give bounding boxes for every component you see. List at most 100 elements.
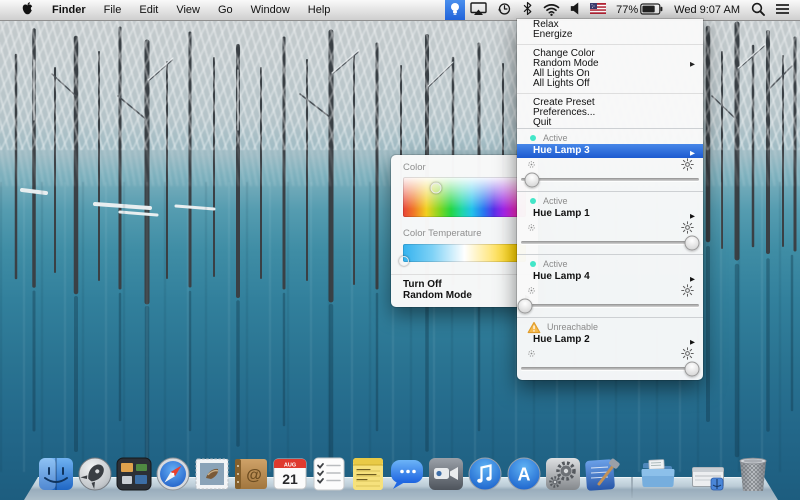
battery-percent: 77% bbox=[616, 4, 640, 16]
dock-icon-contacts[interactable]: @ bbox=[233, 456, 269, 492]
menu-item-all-lights-off[interactable]: All Lights Off bbox=[517, 79, 703, 89]
menu-finder[interactable]: Finder bbox=[43, 0, 95, 20]
submenu-arrow-icon: ▶ bbox=[690, 336, 695, 350]
lamp-status: Active bbox=[517, 258, 703, 270]
color-section-label: Color bbox=[403, 162, 526, 173]
lamp-section-hue-lamp-2: Unreachable Hue Lamp 2 ▶ bbox=[517, 318, 703, 380]
clock-menu-extra[interactable]: Wed 9:07 AM bbox=[668, 0, 746, 20]
menu-window[interactable]: Window bbox=[242, 0, 299, 20]
brightness-dim-icon bbox=[526, 285, 537, 296]
menu-item-turn-off[interactable]: Turn Off bbox=[403, 279, 526, 290]
lamp-menu-item-hue-lamp-2[interactable]: Hue Lamp 2 ▶ bbox=[517, 333, 703, 347]
input-source-menu-extra[interactable] bbox=[585, 0, 611, 20]
dock-icon-facetime[interactable] bbox=[428, 456, 464, 492]
lamp-status: Active bbox=[517, 132, 703, 144]
dock-icon-reminders[interactable] bbox=[311, 456, 347, 492]
temperature-picker-marker[interactable] bbox=[399, 256, 409, 266]
airplay-menu-extra[interactable] bbox=[465, 0, 492, 20]
spotlight-icon bbox=[751, 2, 765, 19]
color-submenu-panel: Color Color Temperature Turn Off Random … bbox=[391, 155, 538, 307]
dock-icon-mission-control[interactable] bbox=[116, 456, 152, 492]
brightness-dim-icon bbox=[526, 159, 537, 170]
apple-logo-icon bbox=[21, 1, 34, 19]
lamp-menu-item-hue-lamp-4[interactable]: Hue Lamp 4 ▶ bbox=[517, 270, 703, 284]
menu-help[interactable]: Help bbox=[299, 0, 340, 20]
menu-item-random-mode-sub[interactable]: Random Mode▶ bbox=[403, 290, 526, 301]
color-picker-marker[interactable] bbox=[431, 182, 442, 193]
dock: @ AUG 21 bbox=[0, 452, 800, 500]
lamp-section-hue-lamp-4: Active Hue Lamp 4 ▶ bbox=[517, 255, 703, 317]
time-machine-icon bbox=[497, 1, 512, 19]
dock-icon-mail[interactable] bbox=[194, 456, 230, 492]
menubar: Finder File Edit View Go Window Help bbox=[0, 0, 800, 21]
warning-icon bbox=[527, 321, 541, 334]
menubar-left: Finder File Edit View Go Window Help bbox=[0, 0, 339, 20]
time-machine-menu-extra[interactable] bbox=[492, 0, 517, 20]
dock-icon-itunes[interactable] bbox=[467, 456, 503, 492]
submenu-arrow-icon: ▶ bbox=[690, 273, 695, 287]
menu-file[interactable]: File bbox=[95, 0, 131, 20]
hue-lamp-icon bbox=[449, 2, 461, 19]
brightness-slider[interactable] bbox=[521, 360, 699, 376]
dock-icon-system-preferences[interactable] bbox=[545, 456, 581, 492]
dock-icon-app-store[interactable]: A bbox=[506, 456, 542, 492]
airplay-display-icon bbox=[470, 1, 487, 19]
slider-track[interactable] bbox=[521, 304, 699, 307]
lamp-status: Unreachable bbox=[517, 321, 703, 333]
color-picker[interactable] bbox=[403, 177, 526, 217]
brightness-slider[interactable] bbox=[521, 297, 699, 313]
dock-icon-xcode[interactable] bbox=[584, 456, 620, 492]
menu-go[interactable]: Go bbox=[209, 0, 242, 20]
menu-edit[interactable]: Edit bbox=[130, 0, 167, 20]
brightness-slider[interactable] bbox=[521, 171, 699, 187]
bluetooth-menu-extra[interactable] bbox=[517, 0, 538, 20]
brightness-row bbox=[517, 347, 703, 360]
notification-center-extra[interactable] bbox=[770, 0, 800, 20]
menu-item-energize[interactable]: Energize bbox=[517, 30, 703, 40]
slider-track[interactable] bbox=[521, 178, 699, 181]
dock-divider bbox=[631, 477, 633, 498]
brightness-row bbox=[517, 284, 703, 297]
volume-icon bbox=[570, 2, 580, 18]
active-dot-icon bbox=[530, 261, 536, 267]
dock-icon-messages[interactable] bbox=[389, 456, 425, 492]
minimized-window-finder-badge bbox=[711, 478, 723, 490]
slider-knob[interactable] bbox=[684, 361, 699, 376]
lamp-menu-item-hue-lamp-1[interactable]: Hue Lamp 1 ▶ bbox=[517, 207, 703, 221]
spotlight-menu-extra[interactable] bbox=[746, 0, 770, 20]
dock-icon-trash[interactable] bbox=[734, 454, 772, 494]
wifi-icon bbox=[543, 2, 560, 19]
contacts-at-glyph: @ bbox=[246, 467, 262, 484]
apple-menu[interactable] bbox=[12, 0, 43, 20]
brightness-row bbox=[517, 158, 703, 171]
brightness-slider[interactable] bbox=[521, 234, 699, 250]
menu-view[interactable]: View bbox=[167, 0, 209, 20]
color-temperature-picker[interactable] bbox=[403, 244, 526, 262]
brightness-dim-icon bbox=[526, 348, 537, 359]
dock-icon-safari[interactable] bbox=[155, 456, 191, 492]
lamp-menu-item-hue-lamp-3[interactable]: Hue Lamp 3 ▶ bbox=[517, 144, 703, 158]
battery-menu-extra[interactable]: 77% bbox=[611, 0, 668, 20]
notification-list-icon bbox=[775, 3, 790, 18]
dock-icon-calendar[interactable]: AUG 21 bbox=[272, 456, 308, 492]
hue-menu-extra[interactable] bbox=[445, 0, 465, 20]
slider-track[interactable] bbox=[521, 241, 699, 244]
slider-track[interactable] bbox=[521, 367, 699, 370]
slider-knob[interactable] bbox=[517, 298, 532, 313]
menu-item-quit[interactable]: Quit bbox=[517, 118, 703, 128]
volume-menu-extra[interactable] bbox=[565, 0, 585, 20]
wifi-menu-extra[interactable] bbox=[538, 0, 565, 20]
slider-knob[interactable] bbox=[524, 172, 539, 187]
dock-icon-notes[interactable] bbox=[350, 456, 386, 492]
dock-icon-documents-folder[interactable] bbox=[640, 456, 676, 492]
menu-separator bbox=[517, 44, 703, 45]
slider-knob[interactable] bbox=[684, 235, 699, 250]
lamp-section-hue-lamp-1: Active Hue Lamp 1 ▶ bbox=[517, 192, 703, 254]
dock-minimized-window[interactable] bbox=[692, 467, 724, 491]
menu-separator bbox=[517, 93, 703, 94]
bluetooth-icon bbox=[522, 1, 533, 19]
dock-icon-launchpad[interactable] bbox=[77, 456, 113, 492]
clock-text: Wed 9:07 AM bbox=[674, 4, 740, 16]
lamp-section-hue-lamp-3: Active Hue Lamp 3 ▶ bbox=[517, 129, 703, 191]
dock-icon-finder[interactable] bbox=[38, 456, 74, 492]
